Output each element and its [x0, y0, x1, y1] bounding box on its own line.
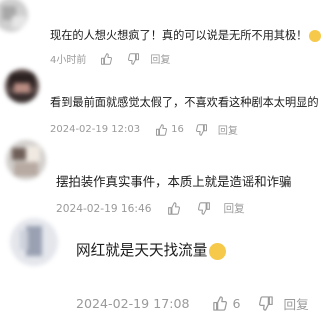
- avatar[interactable]: [5, 69, 39, 103]
- relieved-face-emoji-icon: [209, 242, 227, 260]
- grinning-face-emoji-icon: [309, 30, 322, 42]
- comment-text: 网红就是天天找流量: [76, 241, 326, 261]
- comment-meta: 2024-02-19 17:08 6 回复: [76, 294, 309, 313]
- comment-meta: 2024-02-19 12:03 16 回复: [50, 122, 238, 137]
- thumbs-down-icon[interactable]: [258, 296, 274, 311]
- thumbs-up-icon[interactable]: [100, 52, 113, 65]
- comment-text: 摆拍装作真实事件，本质上就是造谣和诈骗: [56, 174, 292, 189]
- reply-button[interactable]: 回复: [284, 294, 309, 313]
- comment-item: 摆拍装作真实事件，本质上就是造谣和诈骗 2024-02-19 16:46 回复: [0, 136, 326, 215]
- thumbs-up-icon[interactable]: [155, 123, 168, 136]
- comment-item: 看到最前面就感觉太假了，不喜欢看这种剧本太明显的 2024-02-19 12:0…: [0, 66, 326, 137]
- avatar[interactable]: [6, 140, 46, 180]
- comment-item: 网红就是天天找流量 2024-02-19 17:08 6 回复: [0, 210, 326, 319]
- like-count: 6: [232, 296, 241, 311]
- reply-button[interactable]: 回复: [218, 122, 238, 137]
- thumbs-down-icon[interactable]: [128, 52, 140, 65]
- comment-list: 现在的人想火想疯了！真的可以说是无所不用其极！ 4小时前 回复 看到最前面就感觉…: [0, 0, 326, 319]
- avatar[interactable]: [10, 218, 58, 266]
- thumbs-up-icon[interactable]: [212, 296, 227, 311]
- comment-text: 看到最前面就感觉太假了，不喜欢看这种剧本太明显的: [50, 96, 319, 109]
- comment-text: 现在的人想火想疯了！真的可以说是无所不用其极！: [50, 29, 326, 43]
- thumbs-down-icon[interactable]: [195, 123, 208, 136]
- comment-time: 2024-02-19 17:08: [76, 296, 190, 311]
- reply-button[interactable]: 回复: [150, 51, 170, 66]
- comment-time: 2024-02-19 12:03: [50, 124, 141, 135]
- comment-item: 现在的人想火想疯了！真的可以说是无所不用其极！ 4小时前 回复: [0, 0, 326, 66]
- comment-time: 4小时前: [50, 55, 87, 66]
- avatar[interactable]: [0, 0, 28, 32]
- comment-meta: 4小时前 回复: [50, 51, 170, 66]
- like-count: 16: [171, 124, 184, 135]
